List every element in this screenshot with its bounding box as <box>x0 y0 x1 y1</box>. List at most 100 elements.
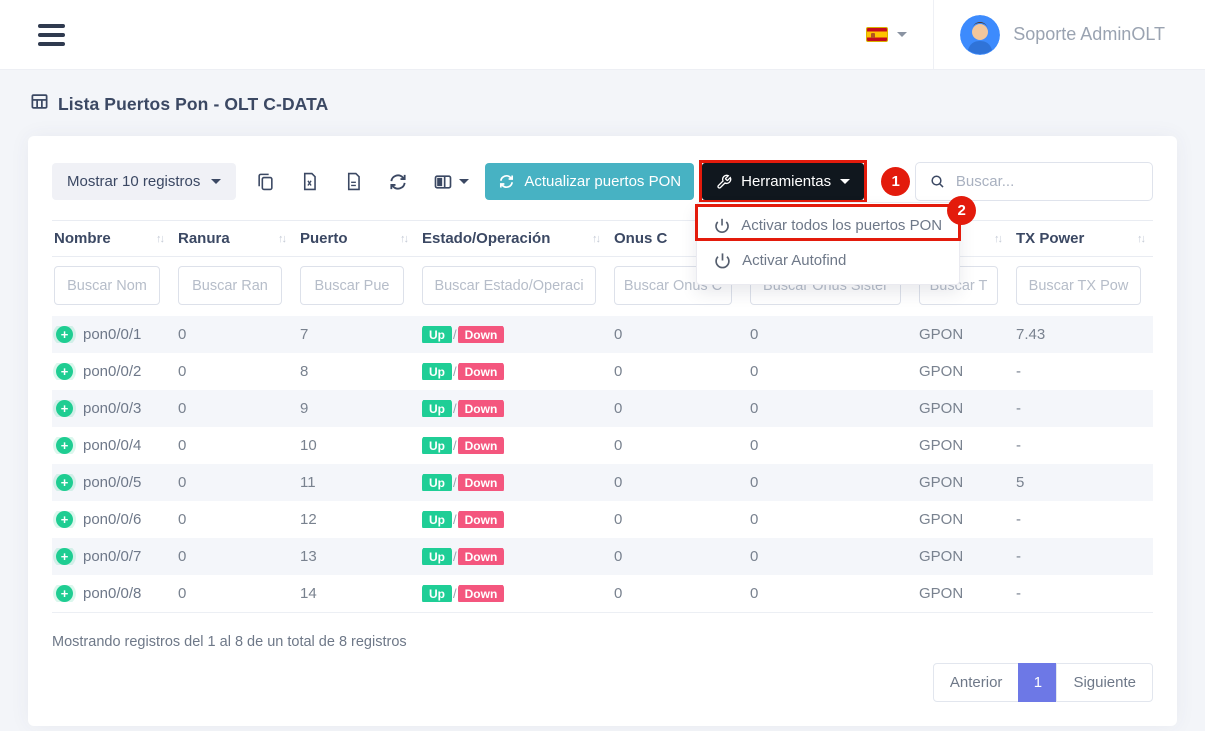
status-badge-down: Down <box>458 474 505 491</box>
expand-row-icon[interactable] <box>56 437 73 454</box>
table-row: pon0/0/8 0 14 Up/Down 0 0 GPON - <box>52 575 1153 612</box>
badge-separator: / <box>453 438 457 453</box>
expand-row-icon[interactable] <box>56 548 73 565</box>
expand-row-icon[interactable] <box>56 474 73 491</box>
menu-toggle-icon[interactable] <box>38 24 65 46</box>
power-icon <box>714 252 731 269</box>
menu-item-label: Activar Autofind <box>742 252 846 269</box>
puerto-value: 7 <box>298 326 420 343</box>
language-selector[interactable] <box>840 27 933 42</box>
tx-power-value: - <box>1014 511 1157 528</box>
port-name: pon0/0/6 <box>83 511 141 528</box>
port-name: pon0/0/5 <box>83 474 141 491</box>
filter-input-tx-power[interactable] <box>1016 266 1141 305</box>
status-badge-up: Up <box>422 437 452 454</box>
search-input[interactable] <box>956 173 1138 190</box>
status-badge-down: Down <box>458 437 505 454</box>
tipo-value: GPON <box>917 585 1014 602</box>
filter-input-estado-operacion[interactable] <box>422 266 596 305</box>
tx-power-value: - <box>1014 437 1157 454</box>
annotation-box-1: Herramientas <box>699 160 867 203</box>
expand-row-icon[interactable] <box>56 400 73 417</box>
column-header-nombre[interactable]: Nombre↑↓ <box>52 230 176 247</box>
copy-icon <box>256 172 275 191</box>
filter-input-nombre[interactable] <box>54 266 160 305</box>
tools-dropdown-label: Herramientas <box>741 173 831 190</box>
sync-arrows-icon <box>498 173 515 190</box>
status-badge-down: Down <box>458 363 505 380</box>
reload-table-button[interactable] <box>388 172 408 192</box>
table-row: pon0/0/1 0 7 Up/Down 0 0 GPON 7.43 <box>52 316 1153 353</box>
ranura-value: 0 <box>176 326 298 343</box>
table-row: pon0/0/3 0 9 Up/Down 0 0 GPON - <box>52 390 1153 427</box>
menu-item-activate-autofind[interactable]: Activar Autofind <box>697 243 959 278</box>
column-header-ranura[interactable]: Ranura↑↓ <box>176 230 298 247</box>
expand-row-icon[interactable] <box>56 511 73 528</box>
port-name: pon0/0/3 <box>83 400 141 417</box>
pagination: Anterior 1 Siguiente <box>52 663 1153 702</box>
column-header-tx-power[interactable]: TX Power↑↓ <box>1014 230 1157 247</box>
tipo-value: GPON <box>917 511 1014 528</box>
tx-power-value: - <box>1014 548 1157 565</box>
filter-input-ranura[interactable] <box>178 266 282 305</box>
onus-sister-value: 0 <box>748 511 917 528</box>
table-grid-icon <box>30 92 49 116</box>
pagination-page-1[interactable]: 1 <box>1018 663 1057 702</box>
badge-separator: / <box>453 401 457 416</box>
tipo-value: GPON <box>917 400 1014 417</box>
copy-button[interactable] <box>256 172 275 191</box>
status-badge-up: Up <box>422 326 452 343</box>
pon-ports-table: Nombre↑↓ Ranura↑↓ Puerto↑↓ Estado/Operac… <box>52 220 1153 613</box>
ranura-value: 0 <box>176 474 298 491</box>
pagination-prev-button[interactable]: Anterior <box>933 663 1020 702</box>
columns-icon <box>433 172 453 192</box>
top-navbar: Soporte AdminOLT <box>0 0 1205 70</box>
sort-icon: ↑↓ <box>150 233 163 245</box>
onus-value: 0 <box>612 400 748 417</box>
badge-separator: / <box>453 327 457 342</box>
status-badge-down: Down <box>458 548 505 565</box>
status-badge-up: Up <box>422 511 452 528</box>
expand-row-icon[interactable] <box>56 363 73 380</box>
tipo-value: GPON <box>917 474 1014 491</box>
expand-row-icon[interactable] <box>56 585 73 602</box>
sort-icon: ↑↓ <box>988 233 1001 245</box>
status-badge-up: Up <box>422 363 452 380</box>
onus-sister-value: 0 <box>748 585 917 602</box>
column-visibility-button[interactable] <box>433 172 469 192</box>
onus-sister-value: 0 <box>748 400 917 417</box>
puerto-value: 8 <box>298 363 420 380</box>
show-records-dropdown[interactable]: Mostrar 10 registros <box>52 163 236 200</box>
column-header-estado-operacion[interactable]: Estado/Operación↑↓ <box>420 230 612 247</box>
port-name: pon0/0/8 <box>83 585 141 602</box>
pagination-next-button[interactable]: Siguiente <box>1056 663 1153 702</box>
menu-item-activate-all-pon-ports[interactable]: Activar todos los puertos PON <box>697 208 959 243</box>
filter-input-puerto[interactable] <box>300 266 404 305</box>
column-header-puerto[interactable]: Puerto↑↓ <box>298 230 420 247</box>
onus-sister-value: 0 <box>748 363 917 380</box>
expand-row-icon[interactable] <box>56 326 73 343</box>
puerto-value: 13 <box>298 548 420 565</box>
port-name: pon0/0/7 <box>83 548 141 565</box>
badge-separator: / <box>453 364 457 379</box>
wrench-icon <box>716 174 732 190</box>
export-file-button[interactable] <box>344 172 363 191</box>
onus-value: 0 <box>612 548 748 565</box>
onus-value: 0 <box>612 326 748 343</box>
update-pon-ports-button[interactable]: Actualizar puertos PON <box>485 163 694 200</box>
spain-flag-icon <box>866 27 888 42</box>
onus-value: 0 <box>612 585 748 602</box>
onus-value: 0 <box>612 363 748 380</box>
ranura-value: 0 <box>176 437 298 454</box>
user-menu[interactable]: Soporte AdminOLT <box>934 15 1165 55</box>
sort-icon: ↑↓ <box>394 233 407 245</box>
caret-down-icon <box>840 179 850 184</box>
status-badge-down: Down <box>458 326 505 343</box>
tx-power-value: - <box>1014 585 1157 602</box>
status-badge-down: Down <box>458 400 505 417</box>
file-lines-icon <box>344 172 363 191</box>
tools-dropdown-button[interactable]: Herramientas <box>702 163 864 200</box>
file-excel-icon <box>300 172 319 191</box>
export-excel-button[interactable] <box>300 172 319 191</box>
table-row: pon0/0/6 0 12 Up/Down 0 0 GPON - <box>52 501 1153 538</box>
